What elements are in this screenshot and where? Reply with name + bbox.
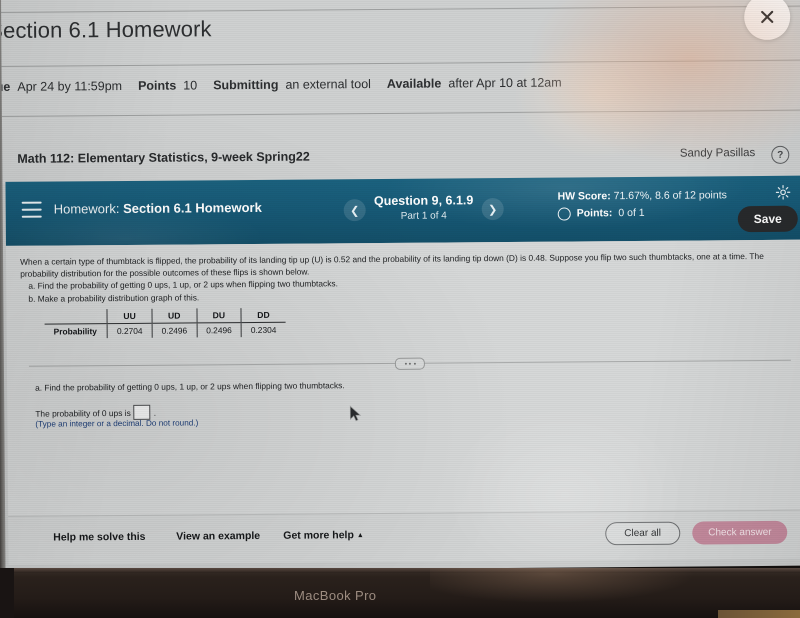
table-row-label: Probability <box>44 323 108 339</box>
get-more-help-label: Get more help <box>283 529 354 542</box>
header-rule-top <box>0 5 800 13</box>
question-text: When a certain type of thumbtack is flip… <box>20 250 800 305</box>
points-value: 10 <box>183 78 198 93</box>
check-answer-button[interactable]: Check answer <box>692 520 788 545</box>
table-header-cell: DU <box>196 308 242 323</box>
table-header-cell: DD <box>257 309 270 320</box>
caret-up-icon: ▲ <box>356 531 364 539</box>
user-name[interactable]: Sandy Pasillas <box>680 147 756 160</box>
header-rule-mid <box>0 59 800 67</box>
next-question-button[interactable]: ❯ <box>481 198 504 221</box>
assignment-title: Section 6.1 Homework <box>0 16 212 44</box>
help-me-solve-this-button[interactable]: Help me solve this <box>53 531 145 544</box>
action-bar: Help me solve this View an example Get m… <box>8 509 800 565</box>
close-button[interactable] <box>744 0 791 41</box>
submitting-label: Submitting <box>213 77 279 93</box>
panel-divider <box>28 355 791 371</box>
table-row: Probability 0.2704 0.2496 0.2496 0.2304 <box>44 322 286 339</box>
desk-edge-strip <box>718 610 800 618</box>
table-cell: 0.2496 <box>151 322 197 338</box>
close-icon <box>761 10 774 24</box>
points-line: Points: 0 of 1 <box>557 205 748 221</box>
chevron-right-icon: ❯ <box>488 203 498 216</box>
part-a-prompt: a. Find the probability of getting 0 ups… <box>35 380 345 393</box>
get-more-help-button[interactable]: Get more help ▲ <box>283 529 364 542</box>
table-cell: 0.2496 <box>196 322 242 338</box>
probability-distribution-table: UU UD DU DD Probability 0.2704 0.2496 0.… <box>44 308 286 339</box>
table-header-cell: UU <box>107 308 152 324</box>
table-cell: 0.2704 <box>107 323 153 339</box>
score-panel: HW Score: 71.67%, 8.6 of 12 points Point… <box>558 188 748 221</box>
settings-button[interactable] <box>775 184 792 201</box>
hw-score-value: 71.67%, 8.6 of 12 points <box>613 189 727 203</box>
exercise-panel: When a certain type of thumbtack is flip… <box>5 239 800 516</box>
available-value: after Apr 10 at 12am <box>448 75 562 91</box>
laptop-chassis: MacBook Pro <box>0 568 800 618</box>
table-header-cell: UD <box>151 308 197 324</box>
screen-surface: Section 6.1 Homework Due Apr 24 by 11:59p… <box>0 0 800 572</box>
device-brand-label: MacBook Pro <box>294 588 377 603</box>
answer-suffix: . <box>153 407 157 418</box>
submitting-value: an external tool <box>285 77 371 92</box>
desk-left-shadow <box>0 568 14 618</box>
answer-input[interactable] <box>133 404 151 420</box>
hw-score-line: HW Score: 71.67%, 8.6 of 12 points <box>558 188 748 204</box>
question-navigator: ❮ Question 9, 6.1.9 Part 1 of 4 ❯ <box>343 188 504 235</box>
question-part: Part 1 of 4 <box>400 210 447 222</box>
help-icon[interactable]: ? <box>771 145 790 164</box>
mouse-pointer-icon <box>349 405 362 422</box>
answer-prefix: The probability of 0 ups is <box>35 407 131 419</box>
hw-score-label: HW Score: <box>557 190 611 203</box>
table-cell: 0.2304 <box>250 324 277 335</box>
drag-handle-dots-icon[interactable] <box>394 357 425 370</box>
homework-label: Homework: Section 6.1 Homework <box>54 200 262 217</box>
answer-hint: (Type an integer or a decimal. Do not ro… <box>35 418 199 429</box>
laptop-screen-photograph: Section 6.1 Homework Due Apr 24 by 11:59p… <box>0 0 800 618</box>
due-value: Apr 24 by 11:59pm <box>17 78 123 94</box>
clear-all-button[interactable]: Clear all <box>605 521 681 546</box>
points-label: Points: <box>576 207 613 220</box>
gear-icon <box>775 185 791 200</box>
assignment-meta: Due Apr 24 by 11:59pm Points 10 Submitting an… <box>0 76 562 95</box>
hamburger-menu-icon[interactable] <box>21 201 42 218</box>
points-value: 0 of 1 <box>618 206 645 220</box>
view-an-example-button[interactable]: View an example <box>176 530 260 543</box>
homework-prefix: Homework: <box>53 201 120 217</box>
course-name: Math 112: Elementary Statistics, 9-week … <box>17 149 310 166</box>
homework-name: Section 6.1 Homework <box>123 199 262 216</box>
header-rule-bottom <box>0 109 800 117</box>
table-corner-cell <box>44 309 108 325</box>
mylab-toolbar: Homework: Section 6.1 Homework ❮ Questio… <box>5 175 800 246</box>
available-label: Available <box>386 76 442 91</box>
points-label: Points <box>137 78 177 93</box>
save-button[interactable]: Save <box>737 205 798 233</box>
progress-ring-icon <box>557 207 571 221</box>
question-title: Question 9, 6.1.9 <box>373 193 474 209</box>
